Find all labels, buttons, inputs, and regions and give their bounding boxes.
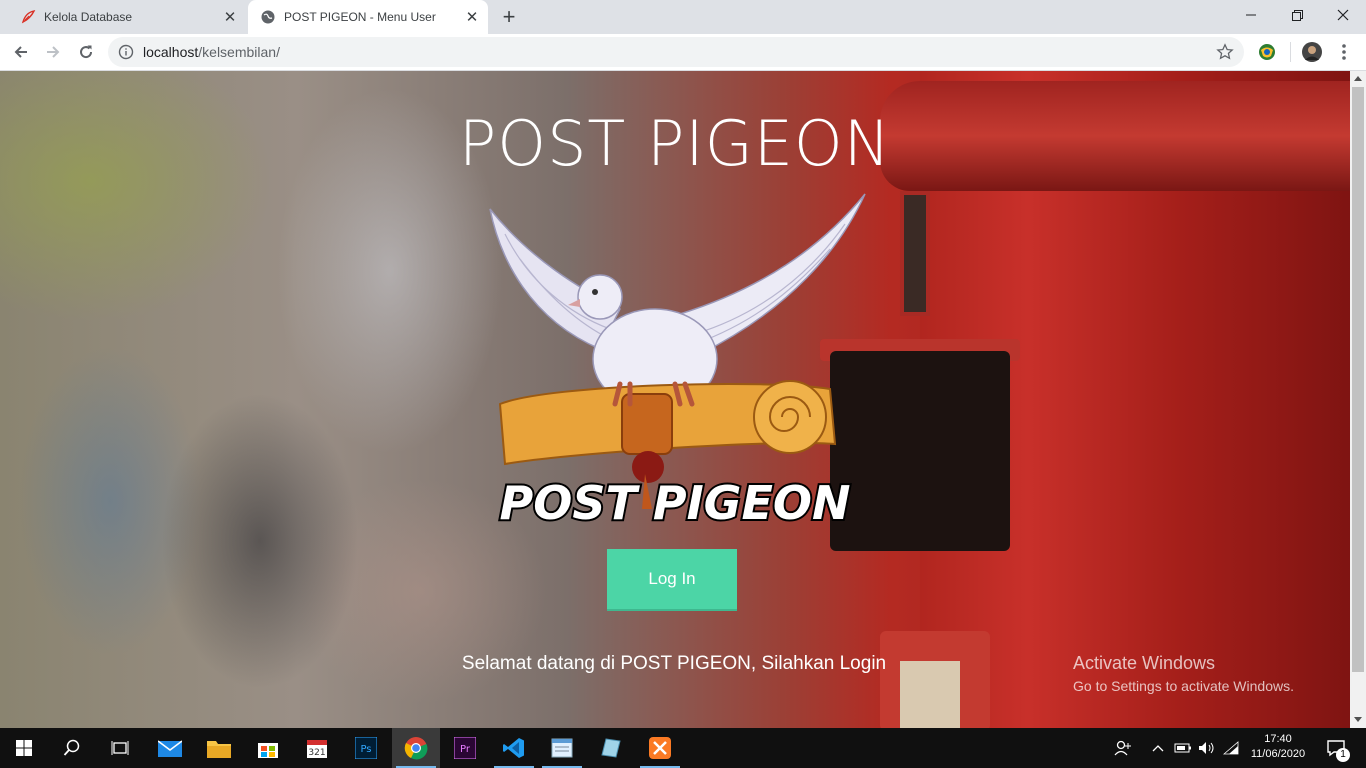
login-button[interactable]: Log In: [607, 549, 737, 611]
taskbar-file-explorer[interactable]: [195, 728, 243, 768]
info-icon[interactable]: [118, 44, 134, 60]
url-path: /kelsembilan/: [198, 44, 280, 60]
bookmark-star-icon[interactable]: [1216, 43, 1234, 61]
url-text: localhost/kelsembilan/: [143, 44, 280, 60]
taskbar-premiere[interactable]: Pr: [441, 728, 489, 768]
system-clock[interactable]: 17:40 11/06/2020: [1246, 732, 1310, 762]
close-tab-icon[interactable]: ✕: [462, 7, 482, 27]
hero-title: POST PIGEON: [458, 107, 892, 180]
battery-icon[interactable]: [1172, 728, 1194, 768]
postbox-slot: [900, 191, 930, 316]
clock-time: 17:40: [1264, 733, 1292, 745]
taskbar-chrome[interactable]: [392, 728, 440, 768]
search-button[interactable]: [48, 728, 96, 768]
taskbar-calendar-app[interactable]: 321: [293, 728, 341, 768]
file-explorer-icon: [207, 741, 231, 758]
xampp-icon: [649, 737, 671, 759]
task-view-icon: [111, 741, 129, 755]
menu-kebab-icon[interactable]: [1334, 42, 1354, 62]
taskbar-box-app[interactable]: [587, 728, 635, 768]
svg-text:Pr: Pr: [460, 744, 471, 755]
url-host: localhost: [143, 44, 199, 60]
svg-text:Ps: Ps: [360, 744, 371, 755]
tab-title: POST PIGEON - Menu User: [284, 10, 436, 24]
arrow-right-icon: [47, 46, 60, 58]
chrome-icon: [404, 737, 428, 760]
toolbar-divider: [1290, 42, 1291, 62]
profile-avatar-icon[interactable]: [1302, 42, 1322, 62]
box-app-icon: [601, 738, 621, 758]
svg-text:321: 321: [308, 748, 325, 758]
premiere-icon: Pr: [454, 737, 476, 759]
scrollbar-thumb[interactable]: [1352, 87, 1364, 672]
taskbar-photoshop[interactable]: Ps: [342, 728, 390, 768]
scroll-down-arrow-icon[interactable]: [1354, 717, 1362, 722]
notification-center-button[interactable]: 1: [1316, 728, 1356, 768]
reload-icon: [80, 45, 93, 59]
close-tab-icon[interactable]: ✕: [220, 7, 240, 27]
close-window-button[interactable]: [1320, 0, 1366, 30]
watermark-subtitle: Go to Settings to activate Windows.: [1073, 678, 1294, 694]
volume-icon[interactable]: [1196, 728, 1218, 768]
notepad-icon: [551, 738, 573, 758]
back-button[interactable]: [7, 38, 35, 66]
page-scrollbar[interactable]: [1350, 71, 1366, 728]
restore-button[interactable]: [1274, 0, 1320, 30]
minimize-button[interactable]: [1228, 0, 1274, 30]
tab-title: Kelola Database: [44, 10, 133, 24]
tab-strip: Kelola Database ✕ POST PIGEON - Menu Use…: [0, 0, 1366, 34]
address-bar[interactable]: localhost/kelsembilan/: [108, 37, 1244, 67]
globe-icon: [260, 9, 276, 25]
wifi-icon[interactable]: [1220, 728, 1242, 768]
new-tab-button[interactable]: +: [496, 4, 522, 29]
browser-toolbar: localhost/kelsembilan/: [0, 34, 1366, 71]
chevron-up-icon[interactable]: [1148, 728, 1168, 768]
vscode-icon: [503, 738, 524, 758]
tab-kelola-database[interactable]: Kelola Database ✕: [8, 0, 246, 34]
mail-icon: [158, 740, 182, 757]
taskbar-store[interactable]: [244, 728, 292, 768]
taskbar-mail[interactable]: [146, 728, 194, 768]
windows-taskbar: 321 Ps Pr 17:40 11/06/2020 1: [0, 728, 1366, 768]
taskbar-vscode[interactable]: [490, 728, 538, 768]
windows-start-icon: [16, 740, 32, 756]
task-view-button[interactable]: [96, 728, 144, 768]
post-pigeon-logo: POST PIGEON: [489, 193, 866, 532]
reload-button[interactable]: [72, 38, 100, 66]
logo-text: POST PIGEON: [500, 476, 851, 530]
calendar-app-icon: 321: [307, 740, 327, 758]
scroll-up-arrow-icon[interactable]: [1354, 76, 1362, 81]
photoshop-icon: Ps: [355, 737, 377, 759]
feather-icon: [20, 9, 36, 25]
arrow-left-icon: [14, 46, 27, 58]
start-button[interactable]: [0, 728, 48, 768]
activate-windows-watermark: Activate Windows Go to Settings to activ…: [1073, 653, 1294, 694]
extension-globe-icon[interactable]: [1257, 42, 1277, 62]
taskbar-xampp[interactable]: [636, 728, 684, 768]
search-icon: [63, 739, 80, 756]
taskbar-notepad[interactable]: [538, 728, 586, 768]
page-background: POST PIGEON POST PIGEON Log In Selamat d…: [0, 71, 1350, 728]
notification-count: 1: [1336, 748, 1350, 762]
store-icon: [258, 743, 278, 758]
clock-date: 11/06/2020: [1250, 748, 1306, 760]
people-icon[interactable]: [1110, 728, 1136, 768]
forward-button[interactable]: [39, 38, 67, 66]
tab-post-pigeon[interactable]: POST PIGEON - Menu User ✕: [248, 0, 488, 34]
watermark-title: Activate Windows: [1073, 653, 1216, 673]
